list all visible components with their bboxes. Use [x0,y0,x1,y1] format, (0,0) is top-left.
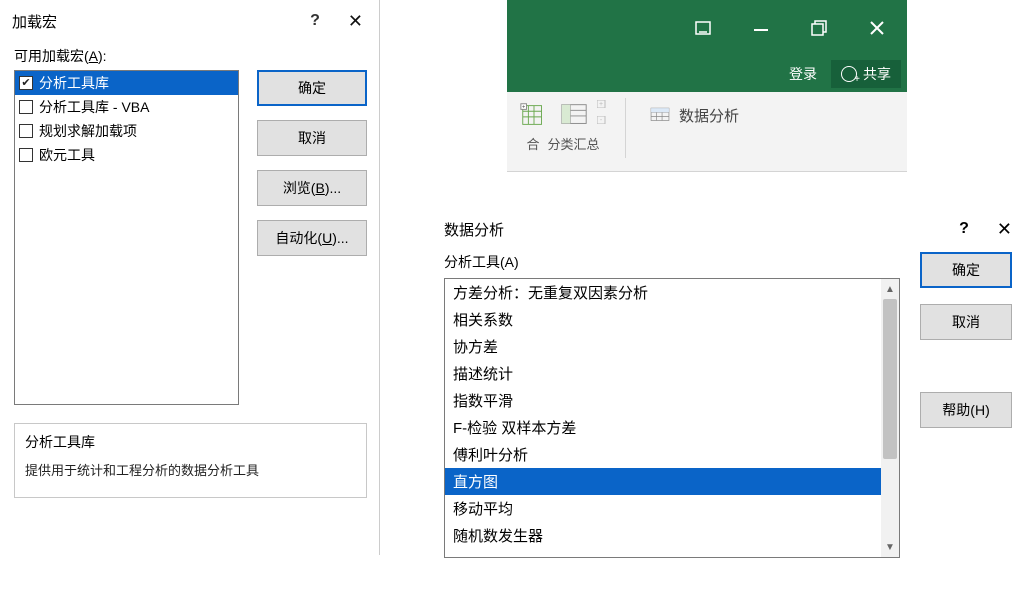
da-titlebar: 数据分析 ? ✕ [430,210,1026,248]
analysis-tool-item[interactable]: 随机数发生器 [445,522,881,549]
ribbon-separator [625,98,626,158]
automation-button[interactable]: 自动化(U)... [257,220,367,256]
analysis-tools-listbox[interactable]: 方差分析：无重复双因素分析相关系数协方差描述统计指数平滑F-检验 双样本方差傅利… [444,278,900,558]
analysis-tool-item[interactable]: 移动平均 [445,495,881,522]
cancel-button[interactable]: 取消 [257,120,367,156]
data-analysis-dialog: 数据分析 ? ✕ 分析工具(A) 方差分析：无重复双因素分析相关系数协方差描述统… [430,210,1026,566]
browse-button[interactable]: 浏览(B)... [257,170,367,206]
group-icon[interactable]: + [517,98,551,132]
addin-item-label: 分析工具库 [39,73,109,93]
analysis-tool-item[interactable]: F-检验 双样本方差 [445,414,881,441]
addins-titlebar: 加载宏 ? ✕ [0,0,379,42]
analysis-tool-item[interactable]: 指数平滑 [445,387,881,414]
restore-icon[interactable] [809,18,829,38]
addin-item[interactable]: 欧元工具 [15,143,238,167]
svg-text:+: + [599,101,603,108]
expand-collapse-icons[interactable]: + - [597,98,609,124]
help-icon[interactable]: ? [959,220,969,238]
close-icon[interactable] [867,18,887,38]
ok-button[interactable]: 确定 [257,70,367,106]
addin-checkbox[interactable] [19,124,33,138]
excel-account-bar: 登录 共享 [507,56,907,92]
help-button[interactable]: 帮助(H) [920,392,1012,428]
analysis-tool-item[interactable]: 描述统计 [445,360,881,387]
listbox-scrollbar[interactable]: ▲ ▼ [881,279,899,557]
available-addins-label: 可用加载宏(A): [14,46,367,66]
close-icon[interactable]: ✕ [997,219,1012,240]
ribbon-commands: + + - 合 分类汇总 数据分析 [507,92,907,172]
help-icon[interactable]: ? [310,12,320,30]
addin-description-body: 提供用于统计和工程分析的数据分析工具 [25,460,356,479]
excel-ribbon: 登录 共享 + + - 合 分类汇总 [507,0,907,172]
scroll-down-icon[interactable]: ▼ [881,537,899,557]
addin-item-label: 分析工具库 - VBA [39,97,149,117]
ribbon-options-icon[interactable] [693,18,713,38]
scroll-up-icon[interactable]: ▲ [881,279,899,299]
analysis-tool-item[interactable]: 相关系数 [445,306,881,333]
addin-item[interactable]: 规划求解加载项 [15,119,238,143]
addins-listbox[interactable]: 分析工具库分析工具库 - VBA 规划求解加载项欧元工具 [14,70,239,405]
analysis-tool-item[interactable]: 方差分析：无重复双因素分析 [445,279,881,306]
svg-text:-: - [600,117,603,124]
share-icon [841,66,857,82]
addin-item[interactable]: 分析工具库 - VBA [15,95,238,119]
close-icon[interactable]: ✕ [348,11,363,32]
addin-item-label: 欧元工具 [39,145,95,165]
share-button[interactable]: 共享 [831,60,901,88]
outline-group: + + - 合 分类汇总 [517,98,609,153]
ok-button[interactable]: 确定 [920,252,1012,288]
addin-item[interactable]: 分析工具库 [15,71,238,95]
addins-title: 加载宏 [12,11,57,32]
analysis-tool-item[interactable]: 协方差 [445,333,881,360]
subtotal-icon[interactable] [557,98,591,132]
addin-description-title: 分析工具库 [25,432,356,452]
addins-dialog: 加载宏 ? ✕ 可用加载宏(A): 分析工具库分析工具库 - VBA规划求解加载… [0,0,380,555]
svg-text:+: + [522,104,525,110]
analysis-tool-item[interactable]: 直方图 [445,468,881,495]
excel-titlebar [507,0,907,56]
da-title: 数据分析 [444,219,504,240]
login-button[interactable]: 登录 [781,60,825,88]
addin-checkbox[interactable] [19,76,33,90]
addin-checkbox[interactable] [19,148,33,162]
data-analysis-icon [649,104,671,126]
data-analysis-button[interactable]: 数据分析 [642,98,746,132]
addin-item-label: 规划求解加载项 [39,121,137,141]
addins-window-controls: ? ✕ [310,11,371,32]
scroll-thumb[interactable] [883,299,897,459]
addin-description: 分析工具库 提供用于统计和工程分析的数据分析工具 [14,423,367,498]
addin-checkbox[interactable] [19,100,33,114]
analysis-tool-item[interactable]: 傅利叶分析 [445,441,881,468]
analysis-tools-label: 分析工具(A) [444,252,900,272]
cancel-button[interactable]: 取消 [920,304,1012,340]
minimize-icon[interactable] [751,18,771,38]
